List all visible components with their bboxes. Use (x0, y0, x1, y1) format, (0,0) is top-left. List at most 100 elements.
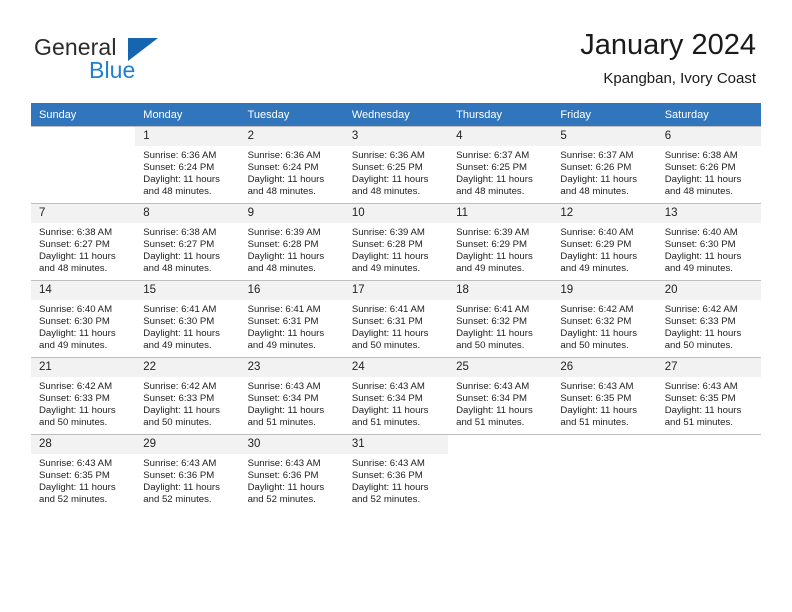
daylight-duration-line2: and 51 minutes. (456, 417, 525, 429)
sunset-time: Sunset: 6:27 PM (39, 239, 110, 251)
sunset-time: Sunset: 6:24 PM (143, 162, 215, 174)
daylight-duration-line1: Daylight: 11 hours (351, 405, 429, 417)
calendar-day-cell[interactable]: 27 Sunrise: 6:43 AM Sunset: 6:35 PM Dayligh… (656, 357, 761, 435)
sunset-time: Sunset: 6:31 PM (351, 316, 423, 328)
daylight-duration-line2: and 48 minutes. (351, 186, 421, 198)
day-number: 27 (656, 358, 761, 377)
sunrise-time: Sunrise: 6:39 AM (456, 227, 530, 238)
day-details: Sunrise: 6:43 AM Sunset: 6:34 PM Daylight:… (240, 377, 344, 429)
weekday-header-monday: Monday (135, 103, 240, 127)
sunset-time: Sunset: 6:30 PM (664, 239, 736, 251)
daylight-duration-line1: Daylight: 11 hours (351, 251, 429, 263)
daylight-duration-line2: and 49 minutes. (664, 263, 733, 275)
sunrise-time: Sunrise: 6:43 AM (560, 381, 634, 392)
calendar-week-row: 14 Sunrise: 6:40 AM Sunset: 6:30 PM Dayligh… (31, 280, 761, 358)
day-details: Sunrise: 6:39 AM Sunset: 6:29 PM Daylight:… (448, 223, 552, 275)
sunset-time: Sunset: 6:36 PM (247, 470, 319, 482)
daylight-duration-line1: Daylight: 11 hours (664, 405, 742, 417)
calendar-day-cell[interactable]: 28 Sunrise: 6:43 AM Sunset: 6:35 PM Dayligh… (31, 434, 136, 511)
day-number: 24 (343, 358, 449, 377)
calendar-day-cell[interactable]: 31 Sunrise: 6:43 AM Sunset: 6:36 PM Dayligh… (343, 434, 449, 511)
calendar-day-cell[interactable]: 15 Sunrise: 6:41 AM Sunset: 6:30 PM Dayligh… (135, 280, 240, 358)
calendar-day-cell[interactable]: 1 Sunrise: 6:36 AM Sunset: 6:24 PM Daylight… (135, 126, 240, 204)
daylight-duration-line1: Daylight: 11 hours (247, 328, 325, 340)
day-details: Sunrise: 6:43 AM Sunset: 6:36 PM Daylight:… (344, 454, 448, 506)
daylight-duration-line1: Daylight: 11 hours (351, 482, 429, 494)
calendar-week-row: 21 Sunrise: 6:42 AM Sunset: 6:33 PM Dayligh… (31, 357, 761, 435)
calendar-day-cell[interactable]: 18 Sunrise: 6:41 AM Sunset: 6:32 PM Dayligh… (448, 280, 553, 358)
page-header: General Blue January 2024 Kpangban, Ivor… (0, 0, 792, 100)
daylight-duration-line2: and 52 minutes. (39, 494, 108, 506)
calendar-day-cell[interactable]: 16 Sunrise: 6:41 AM Sunset: 6:31 PM Dayligh… (239, 280, 344, 358)
calendar-day-cell[interactable]: 13 Sunrise: 6:40 AM Sunset: 6:30 PM Dayligh… (656, 203, 761, 281)
daylight-duration-line1: Daylight: 11 hours (456, 174, 533, 186)
day-details: Sunrise: 6:38 AM Sunset: 6:27 PM Daylight:… (135, 223, 239, 275)
calendar-day-cell[interactable]: 21 Sunrise: 6:42 AM Sunset: 6:33 PM Dayligh… (31, 357, 136, 435)
day-details: Sunrise: 6:42 AM Sunset: 6:33 PM Daylight:… (657, 300, 761, 352)
sunset-time: Sunset: 6:34 PM (247, 393, 319, 405)
day-number: 31 (343, 435, 449, 454)
calendar-day-cell[interactable]: 29 Sunrise: 6:43 AM Sunset: 6:36 PM Dayligh… (135, 434, 240, 511)
daylight-duration-line2: and 48 minutes. (456, 186, 525, 198)
calendar-page: General Blue January 2024 Kpangban, Ivor… (0, 0, 792, 612)
day-number: 16 (239, 281, 344, 300)
calendar-day-cell[interactable]: 20 Sunrise: 6:42 AM Sunset: 6:33 PM Dayligh… (656, 280, 761, 358)
sunset-time: Sunset: 6:36 PM (351, 470, 423, 482)
calendar-day-cell[interactable]: 23 Sunrise: 6:43 AM Sunset: 6:34 PM Dayligh… (239, 357, 344, 435)
sunset-time: Sunset: 6:35 PM (560, 393, 632, 405)
sunset-time: Sunset: 6:32 PM (456, 316, 528, 328)
calendar-day-cell[interactable]: 25 Sunrise: 6:43 AM Sunset: 6:34 PM Dayligh… (448, 357, 553, 435)
calendar-day-cell[interactable]: 4 Sunrise: 6:37 AM Sunset: 6:25 PM Daylight… (448, 126, 553, 204)
daylight-duration-line1: Daylight: 11 hours (351, 174, 429, 186)
weekday-header-wednesday: Wednesday (343, 103, 449, 127)
day-number: 22 (135, 358, 240, 377)
calendar-day-cell[interactable]: 19 Sunrise: 6:42 AM Sunset: 6:32 PM Dayligh… (552, 280, 657, 358)
calendar-day-cell-empty (656, 434, 761, 511)
calendar-day-cell[interactable]: 11 Sunrise: 6:39 AM Sunset: 6:29 PM Dayligh… (448, 203, 553, 281)
sunrise-time: Sunrise: 6:42 AM (560, 304, 634, 315)
sunrise-time: Sunrise: 6:40 AM (39, 304, 113, 315)
daylight-duration-line2: and 51 minutes. (560, 417, 629, 429)
calendar-day-cell[interactable]: 24 Sunrise: 6:43 AM Sunset: 6:34 PM Dayligh… (343, 357, 449, 435)
sunset-time: Sunset: 6:28 PM (351, 239, 423, 251)
general-blue-logo[interactable]: General Blue (34, 34, 184, 86)
day-number: 23 (239, 358, 344, 377)
day-details: Sunrise: 6:42 AM Sunset: 6:33 PM Daylight:… (135, 377, 239, 429)
day-number: 2 (239, 127, 344, 146)
day-number: 3 (343, 127, 449, 146)
day-details: Sunrise: 6:39 AM Sunset: 6:28 PM Daylight:… (344, 223, 448, 275)
day-details: Sunrise: 6:42 AM Sunset: 6:32 PM Daylight:… (552, 300, 656, 352)
daylight-duration-line1: Daylight: 11 hours (143, 174, 220, 186)
daylight-duration-line2: and 48 minutes. (664, 186, 733, 198)
calendar-day-cell[interactable]: 30 Sunrise: 6:43 AM Sunset: 6:36 PM Dayligh… (239, 434, 344, 511)
calendar-day-cell[interactable]: 10 Sunrise: 6:39 AM Sunset: 6:28 PM Dayligh… (343, 203, 449, 281)
calendar-day-cell[interactable]: 12 Sunrise: 6:40 AM Sunset: 6:29 PM Dayligh… (552, 203, 657, 281)
sunset-time: Sunset: 6:34 PM (456, 393, 528, 405)
sunset-time: Sunset: 6:24 PM (247, 162, 319, 174)
calendar-day-cell[interactable]: 2 Sunrise: 6:36 AM Sunset: 6:24 PM Daylight… (239, 126, 344, 204)
calendar-day-cell[interactable]: 5 Sunrise: 6:37 AM Sunset: 6:26 PM Daylight… (552, 126, 657, 204)
sunset-time: Sunset: 6:26 PM (560, 162, 632, 174)
calendar-day-cell[interactable]: 26 Sunrise: 6:43 AM Sunset: 6:35 PM Dayligh… (552, 357, 657, 435)
daylight-duration-line1: Daylight: 11 hours (39, 328, 116, 340)
calendar-day-cell[interactable]: 9 Sunrise: 6:39 AM Sunset: 6:28 PM Daylight… (239, 203, 344, 281)
daylight-duration-line2: and 48 minutes. (143, 263, 212, 275)
sunrise-time: Sunrise: 6:41 AM (247, 304, 321, 315)
calendar-day-cell[interactable]: 3 Sunrise: 6:36 AM Sunset: 6:25 PM Daylight… (343, 126, 449, 204)
daylight-duration-line2: and 51 minutes. (247, 417, 316, 429)
day-details: Sunrise: 6:39 AM Sunset: 6:28 PM Daylight:… (240, 223, 344, 275)
calendar-day-cell[interactable]: 22 Sunrise: 6:42 AM Sunset: 6:33 PM Dayligh… (135, 357, 240, 435)
calendar-day-cell[interactable]: 8 Sunrise: 6:38 AM Sunset: 6:27 PM Daylight… (135, 203, 240, 281)
sunset-time: Sunset: 6:25 PM (456, 162, 528, 174)
day-details: Sunrise: 6:41 AM Sunset: 6:30 PM Daylight:… (135, 300, 239, 352)
calendar-day-cell[interactable]: 17 Sunrise: 6:41 AM Sunset: 6:31 PM Dayligh… (343, 280, 449, 358)
sunrise-time: Sunrise: 6:41 AM (351, 304, 425, 315)
calendar-day-cell[interactable]: 6 Sunrise: 6:38 AM Sunset: 6:26 PM Daylight… (656, 126, 761, 204)
sunrise-time: Sunrise: 6:40 AM (664, 227, 738, 238)
day-details: Sunrise: 6:37 AM Sunset: 6:25 PM Daylight:… (448, 146, 552, 198)
sunset-time: Sunset: 6:36 PM (143, 470, 215, 482)
day-details: Sunrise: 6:41 AM Sunset: 6:32 PM Daylight:… (448, 300, 552, 352)
daylight-duration-line2: and 51 minutes. (351, 417, 421, 429)
calendar-day-cell[interactable]: 7 Sunrise: 6:38 AM Sunset: 6:27 PM Daylight… (31, 203, 136, 281)
calendar-day-cell[interactable]: 14 Sunrise: 6:40 AM Sunset: 6:30 PM Dayligh… (31, 280, 136, 358)
